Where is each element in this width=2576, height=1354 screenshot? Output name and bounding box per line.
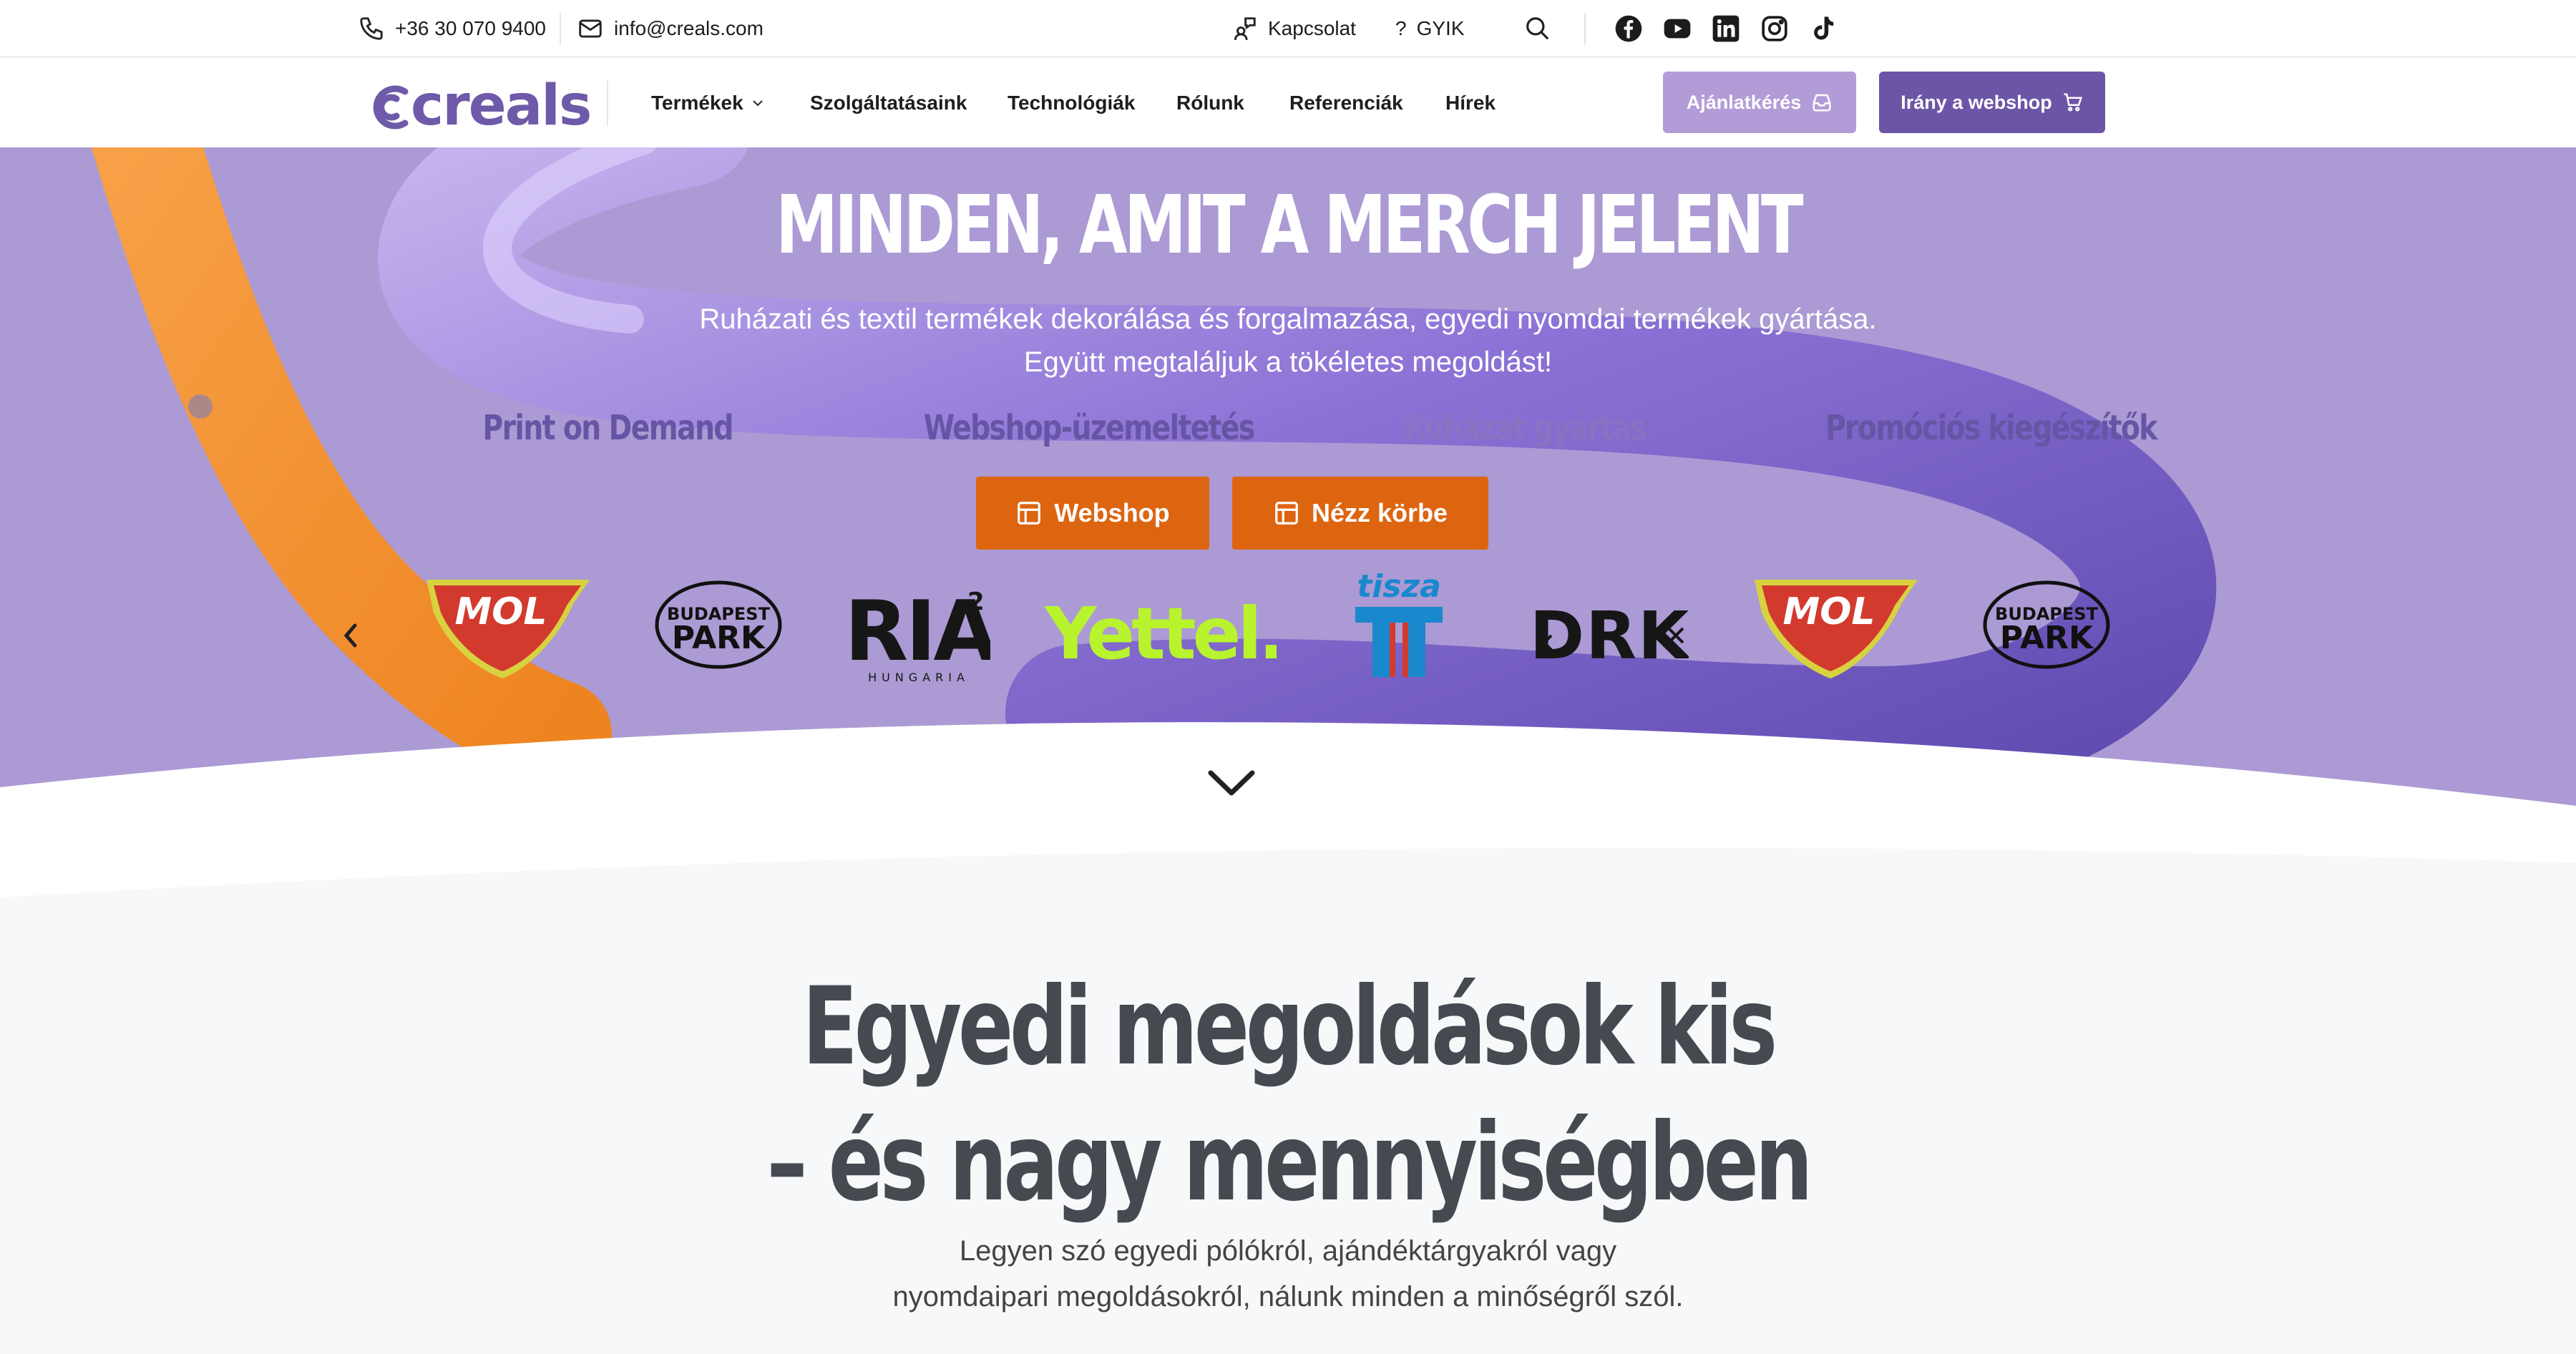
main-navigation: creals Termékek Szolgáltatásaink Technol… <box>0 59 2576 147</box>
hero-explore-button[interactable]: Nézz körbe <box>1232 477 1488 550</box>
email-link[interactable]: info@creals.com <box>577 0 763 57</box>
nav-termekek[interactable]: Termékek <box>651 59 765 147</box>
faq-link[interactable]: ? GYIK <box>1395 0 1465 57</box>
budapest-park-bottom: PARK <box>672 620 766 656</box>
mol-logo-text: MOL <box>454 590 547 633</box>
hero-subtitle: Ruházati és textil termékek dekorálása é… <box>0 298 2576 384</box>
section-title: Egyedi megoldások kis – és nagy mennyisé… <box>309 959 2267 1231</box>
section-subtitle-line: nyomdaipari megoldásokról, nálunk minden… <box>892 1281 1684 1312</box>
hero-subtitle-line: Ruházati és textil termékek dekorálása é… <box>699 303 1877 335</box>
phone-number: +36 30 070 9400 <box>395 17 546 39</box>
webshop-button-label: Irány a webshop <box>1901 91 2052 113</box>
divider <box>560 13 561 44</box>
feature-print-on-demand[interactable]: Print on Demand <box>482 408 733 448</box>
mol-logo: MOL <box>1755 580 1918 678</box>
budapest-park-logo: BUDAPEST PARK <box>1983 580 2110 669</box>
mol-logo-text: MOL <box>1782 590 1875 633</box>
nav-rolunk[interactable]: Rólunk <box>1176 59 1244 147</box>
inbox-icon <box>1813 94 1831 112</box>
search-button[interactable] <box>1524 0 1551 57</box>
layout-icon <box>1018 502 1041 525</box>
section-subtitle-line: Legyen szó egyedi pólókról, ajándéktárgy… <box>959 1235 1617 1267</box>
ria-logo: RIA 2 HUNGARIA <box>844 583 990 684</box>
feature-promo[interactable]: Promóciós kiegészítők <box>1825 408 2158 448</box>
youtube-icon[interactable] <box>1663 14 1692 43</box>
nav-referenciak[interactable]: Referenciák <box>1289 59 1403 147</box>
contact-link[interactable]: Kapcsolat <box>1231 0 1356 57</box>
logo-text: creals <box>411 74 590 132</box>
layout-icon <box>1275 502 1298 525</box>
nav-label: Technológiák <box>1008 92 1136 114</box>
creals-logo[interactable]: creals <box>368 74 590 132</box>
nav-label: Szolgáltatásaink <box>810 92 967 114</box>
webshop-button[interactable]: Irány a webshop <box>1879 72 2105 133</box>
linkedin-icon[interactable] <box>1712 14 1740 43</box>
yettel-logo-text: Yettel. <box>1044 593 1277 671</box>
nav-label: Referenciák <box>1289 92 1403 114</box>
faq-label: GYIK <box>1416 17 1465 39</box>
tisza-logo-text: tisza <box>1357 568 1441 605</box>
drk-logo: DRK <box>1531 600 1689 671</box>
instagram-icon[interactable] <box>1760 14 1789 43</box>
hero-webshop-button[interactable]: Webshop <box>976 477 1209 550</box>
drk-logo-text: DRK <box>1531 600 1689 671</box>
mail-icon <box>577 15 604 42</box>
email-address: info@creals.com <box>614 17 763 39</box>
nav-label: Rólunk <box>1176 92 1244 114</box>
contact-icon <box>1231 15 1258 42</box>
top-bar: +36 30 070 9400 info@creals.com Kapcsola… <box>0 0 2576 57</box>
hero-button-label: Nézz körbe <box>1311 498 1448 527</box>
question-icon: ? <box>1395 17 1407 39</box>
tiktok-icon[interactable] <box>1809 14 1838 43</box>
section-title-line: – és nagy mennyiségben <box>766 1101 1813 1225</box>
nav-technologiak[interactable]: Technológiák <box>1008 59 1135 147</box>
hero-section: MINDEN, AMIT A MERCH JELENT Ruházati és … <box>0 147 2576 863</box>
budapest-park-bottom: PARK <box>2000 620 2094 656</box>
yettel-logo: Yettel. <box>1044 593 1277 671</box>
scroll-down-chevron-icon[interactable] <box>1206 767 1257 799</box>
divider <box>1584 13 1586 44</box>
contact-label: Kapcsolat <box>1268 17 1356 39</box>
section-title-line: Egyedi megoldások kis <box>802 965 1777 1089</box>
mol-logo: MOL <box>426 580 590 678</box>
facebook-icon[interactable] <box>1614 14 1643 43</box>
nav-hirek[interactable]: Hírek <box>1445 59 1496 147</box>
chevron-down-icon <box>752 100 763 107</box>
tisza-logo: tisza <box>1355 568 1443 677</box>
chevron-left-icon[interactable] <box>341 621 362 650</box>
budapest-park-logo: BUDAPEST PARK <box>655 580 782 669</box>
nav-label: Termékek <box>651 92 743 114</box>
cart-icon <box>2064 93 2082 112</box>
hero-title: MINDEN, AMIT A MERCH JELENT <box>776 179 1804 272</box>
quote-button-label: Ajánlatkérés <box>1686 91 1802 113</box>
hero-button-label: Webshop <box>1054 498 1170 527</box>
feature-clothing[interactable]: Ruházat gyártás <box>1403 408 1647 448</box>
section-divider-curve <box>0 837 2576 902</box>
divider <box>607 80 608 126</box>
phone-icon <box>358 15 385 42</box>
search-icon <box>1524 15 1551 42</box>
nav-label: Hírek <box>1445 92 1496 114</box>
ria-logo-sub: HUNGARIA <box>868 671 970 684</box>
section-subtitle: Legyen szó egyedi pólókról, ajándéktárgy… <box>0 1228 2576 1320</box>
feature-webshop[interactable]: Webshop-üzemeltetés <box>924 408 1256 448</box>
nav-szolgaltatasaink[interactable]: Szolgáltatásaink <box>810 59 967 147</box>
quote-request-button[interactable]: Ajánlatkérés <box>1663 72 1856 133</box>
phone-link[interactable]: +36 30 070 9400 <box>358 0 546 57</box>
ria-logo-sup: 2 <box>967 588 985 616</box>
hero-subtitle-line: Együtt megtaláljuk a tökéletes megoldást… <box>1023 346 1553 378</box>
